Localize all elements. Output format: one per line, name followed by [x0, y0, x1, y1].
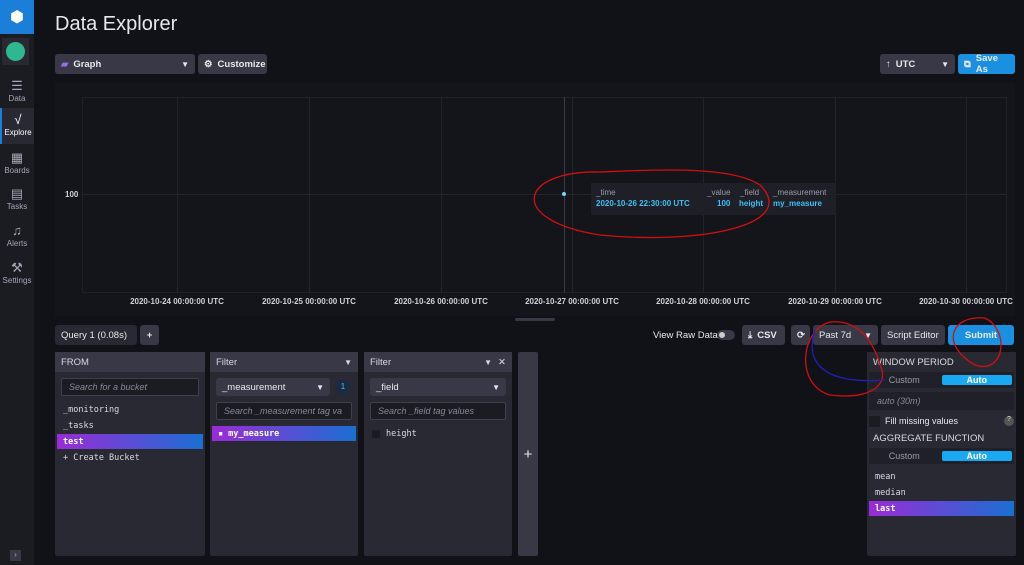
tooltip-header: _field: [740, 188, 760, 197]
bucket-search-input[interactable]: Search for a bucket: [61, 378, 199, 396]
resize-handle[interactable]: [515, 318, 555, 321]
fill-missing-label: Fill missing values: [885, 416, 959, 426]
graph-icon: ▰: [61, 58, 69, 70]
add-query-button[interactable]: +: [140, 325, 159, 345]
caret-down-icon: ▼: [941, 59, 949, 69]
x-tick-label: 2020-10-27 00:00:00 UTC: [525, 297, 619, 306]
wrench-icon: ⚒: [11, 260, 23, 275]
timezone-dropdown[interactable]: ↑ UTC ▼: [880, 54, 955, 74]
avatar[interactable]: [2, 38, 29, 65]
data-point[interactable]: [562, 192, 566, 196]
sidebar-item-alerts[interactable]: ♫ Alerts: [0, 219, 34, 255]
close-icon[interactable]: ✕: [498, 357, 506, 368]
view-type-dropdown[interactable]: ▰ Graph ▼: [55, 54, 195, 74]
x-tick-label: 2020-10-25 00:00:00 UTC: [262, 297, 356, 306]
aggregate-toggle[interactable]: Custom Auto: [869, 448, 1014, 464]
graph-panel[interactable]: 100 2020-10-24 00:00:00 UTC 2020-10-25 0…: [55, 83, 1015, 316]
filter-function-dropdown[interactable]: Filter ▼ ✕: [364, 352, 512, 372]
sidebar: ⬢ ☰ Data √ Explore ▦ Boards ▤ Tasks ♫ Alerts …: [0, 0, 34, 565]
aggregate-item[interactable]: median: [869, 485, 1014, 500]
submit-button[interactable]: Submit: [948, 325, 1014, 345]
database-icon: ☰: [11, 78, 23, 93]
window-period-title: WINDOW PERIOD: [867, 352, 1016, 372]
x-tick-label: 2020-10-24 00:00:00 UTC: [130, 297, 224, 306]
view-raw-data-label: View Raw Data: [653, 330, 718, 341]
sidebar-item-settings[interactable]: ⚒ Settings: [0, 256, 34, 292]
time-range-dropdown[interactable]: Past 7d ▼: [813, 325, 878, 345]
auto-option[interactable]: Auto: [941, 375, 1012, 385]
download-icon: ⤓: [748, 329, 753, 341]
plot-area: [82, 97, 1007, 293]
csv-button[interactable]: ⤓ CSV: [742, 325, 785, 345]
sidebar-item-explore[interactable]: √ Explore: [0, 108, 34, 144]
tooltip-value: my_measure: [773, 199, 822, 208]
page-title: Data Explorer: [55, 13, 178, 35]
tooltip-header: _measurement: [773, 188, 827, 197]
gear-icon: ⚙: [204, 58, 213, 70]
tab-query-1[interactable]: Query 1 (0.08s): [55, 325, 137, 345]
selected-count-badge: 1: [336, 380, 350, 394]
caret-down-icon: ▼: [181, 59, 189, 69]
filter-panel-measurement: Filter ▼ _measurement ▼ 1 Search _measurem…: [210, 352, 358, 556]
sidebar-item-data[interactable]: ☰ Data: [0, 74, 34, 110]
custom-option[interactable]: Custom: [869, 375, 940, 385]
add-filter-button[interactable]: +: [518, 352, 538, 556]
auto-option[interactable]: Auto: [941, 451, 1012, 461]
script-editor-button[interactable]: Script Editor: [881, 325, 945, 345]
tag-key-dropdown[interactable]: _field ▼: [370, 378, 506, 396]
influxdb-logo-icon[interactable]: ⬢: [0, 0, 34, 34]
from-panel: FROM Search for a bucket _monitoring _ta…: [55, 352, 205, 556]
tag-key-dropdown[interactable]: _measurement ▼: [216, 378, 330, 396]
fill-missing-checkbox[interactable]: [869, 415, 880, 427]
arrow-up-icon: ↑: [886, 58, 891, 70]
sidebar-item-tasks[interactable]: ▤ Tasks: [0, 182, 34, 218]
bucket-item[interactable]: _monitoring: [57, 402, 203, 417]
create-bucket-link[interactable]: + Create Bucket: [57, 450, 203, 465]
caret-down-icon: ▼: [864, 330, 872, 340]
tooltip-header: _time: [596, 188, 616, 197]
tooltip-value: height: [739, 199, 763, 208]
export-icon: ⧉: [964, 58, 971, 70]
bucket-item-selected[interactable]: test: [57, 434, 203, 449]
aggregate-function-title: AGGREGATE FUNCTION: [867, 428, 1016, 448]
window-period-input[interactable]: auto (30m): [869, 392, 1014, 410]
tooltip-header: _value: [707, 188, 731, 197]
aggregate-item-selected[interactable]: last: [869, 501, 1014, 516]
from-title: FROM: [55, 352, 205, 372]
tooltip-value: 2020-10-26 22:30:00 UTC: [596, 199, 690, 208]
aggregate-panel: WINDOW PERIOD Custom Auto auto (30m) Fill…: [867, 352, 1016, 556]
help-icon[interactable]: ?: [1004, 416, 1014, 426]
expand-sidebar-icon[interactable]: ›: [10, 550, 21, 561]
field-search-input[interactable]: Search _field tag values: [370, 402, 506, 420]
bell-icon: ♫: [12, 223, 22, 238]
view-raw-data-toggle[interactable]: [717, 330, 735, 340]
explore-icon: √: [14, 112, 22, 127]
refresh-button[interactable]: ⟳: [791, 325, 810, 345]
save-as-button[interactable]: ⧉ Save As: [958, 53, 1015, 75]
window-period-toggle[interactable]: Custom Auto: [869, 372, 1014, 388]
filter-function-dropdown[interactable]: Filter ▼: [210, 352, 358, 372]
x-tick-label: 2020-10-28 00:00:00 UTC: [656, 297, 750, 306]
refresh-icon: ⟳: [797, 329, 805, 341]
x-tick-label: 2020-10-30 00:00:00 UTC: [919, 297, 1013, 306]
custom-option[interactable]: Custom: [869, 451, 940, 461]
x-tick-label: 2020-10-26 00:00:00 UTC: [394, 297, 488, 306]
tag-value-item[interactable]: height: [366, 426, 510, 441]
calendar-icon: ▤: [10, 186, 24, 201]
y-tick-label: 100: [65, 190, 79, 199]
sidebar-item-boards[interactable]: ▦ Boards: [0, 146, 34, 182]
boards-icon: ▦: [10, 150, 24, 165]
tag-value-selected[interactable]: ▪ my_measure: [212, 426, 356, 441]
measurement-search-input[interactable]: Search _measurement tag va: [216, 402, 352, 420]
graph-tooltip: _time _value _field _measurement 2020-10…: [591, 183, 836, 215]
bucket-item[interactable]: _tasks: [57, 418, 203, 433]
customize-button[interactable]: ⚙ Customize: [198, 54, 267, 74]
tooltip-value: 100: [717, 199, 731, 208]
checkbox[interactable]: [372, 429, 380, 438]
aggregate-item[interactable]: mean: [869, 469, 1014, 484]
filter-panel-field: Filter ▼ ✕ _field ▼ Search _field tag value…: [364, 352, 512, 556]
x-tick-label: 2020-10-29 00:00:00 UTC: [788, 297, 882, 306]
